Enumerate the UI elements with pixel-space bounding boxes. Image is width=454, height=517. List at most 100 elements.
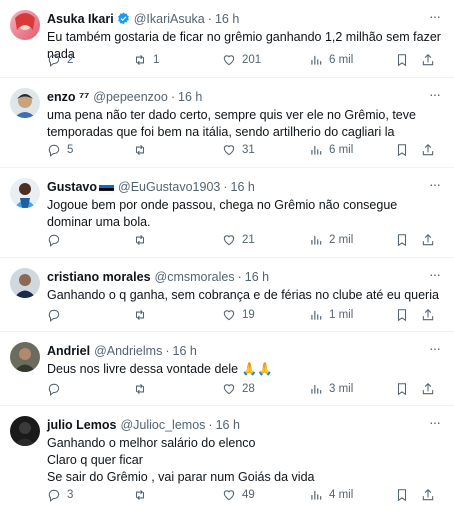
timestamp[interactable]: 16 h [173, 344, 197, 358]
retweet-button[interactable] [133, 488, 153, 502]
share-button[interactable] [421, 233, 441, 247]
timestamp[interactable]: 16 h [215, 12, 239, 26]
views-button[interactable]: 3 mil [309, 382, 353, 396]
separator-dot: · [208, 417, 213, 432]
tweet[interactable]: julio Lemos @Julioc_lemos · 16 h ··· Gan… [0, 406, 454, 517]
retweet-button[interactable]: 1 [133, 53, 159, 67]
like-count: 31 [242, 144, 255, 156]
bookmark-button[interactable] [395, 143, 415, 157]
bookmark-button[interactable] [395, 308, 415, 322]
retweet-button[interactable] [133, 143, 153, 157]
retweet-icon [135, 383, 145, 395]
avatar[interactable] [10, 342, 40, 372]
share-button[interactable] [421, 382, 441, 396]
tweet[interactable]: Asuka Ikari @IkariAsuka · 16 h ··· Eu ta… [0, 0, 454, 78]
like-button[interactable]: 21 [222, 233, 255, 247]
author-handle[interactable]: @Julioc_lemos [120, 418, 205, 432]
more-options-icon[interactable]: ··· [429, 176, 441, 192]
reply-icon [48, 144, 60, 157]
like-count: 21 [242, 234, 255, 246]
avatar[interactable] [10, 88, 40, 118]
share-button[interactable] [421, 308, 441, 322]
reply-count: 3 [67, 489, 74, 501]
retweet-icon [135, 54, 145, 66]
timestamp[interactable]: 16 h [231, 180, 255, 194]
author-name[interactable]: Asuka Ikari [47, 12, 114, 26]
views-button[interactable]: 6 mil [309, 143, 353, 157]
reply-button[interactable]: 5 [47, 143, 73, 157]
bookmark-button[interactable] [395, 233, 415, 247]
more-options-icon[interactable]: ··· [429, 340, 441, 356]
bookmark-button[interactable] [395, 382, 415, 396]
reply-button[interactable]: 3 [47, 488, 73, 502]
tweet[interactable]: Andriel @Andrielms · 16 h ··· Deus nos l… [0, 332, 454, 406]
reply-button[interactable] [47, 233, 67, 247]
more-options-icon[interactable]: ··· [429, 266, 441, 282]
more-options-icon[interactable]: ··· [429, 414, 441, 430]
share-icon [422, 54, 434, 66]
like-button[interactable]: 31 [222, 143, 255, 157]
views-chart-icon [311, 490, 322, 500]
avatar[interactable] [10, 268, 40, 298]
separator-dot: · [170, 89, 175, 104]
tweet[interactable]: enzo ⁷⁷ @pepeenzoo · 16 h ··· uma pena n… [0, 78, 454, 168]
like-button[interactable]: 28 [222, 382, 255, 396]
author-name[interactable]: julio Lemos [47, 418, 116, 432]
share-icon [422, 234, 434, 246]
reply-icon [48, 54, 60, 67]
views-count: 1 mil [329, 309, 354, 321]
views-button[interactable]: 2 mil [309, 233, 353, 247]
more-options-icon[interactable]: ··· [429, 8, 441, 24]
tweet[interactable]: cristiano morales @cmsmorales · 16 h ···… [0, 258, 454, 332]
retweet-button[interactable] [133, 308, 153, 322]
share-icon [422, 144, 434, 156]
author-handle[interactable]: @pepeenzoo [93, 90, 168, 104]
author-handle[interactable]: @Andrielms [94, 344, 162, 358]
timestamp[interactable]: 16 h [216, 418, 240, 432]
reply-icon [48, 383, 60, 396]
retweet-icon [135, 489, 145, 501]
retweet-button[interactable] [133, 233, 153, 247]
bookmark-icon [397, 489, 407, 502]
views-count: 6 mil [329, 144, 354, 156]
separator-dot: · [207, 11, 212, 26]
author-handle[interactable]: @cmsmorales [155, 270, 235, 284]
bookmark-icon [397, 54, 407, 67]
views-button[interactable]: 1 mil [309, 308, 353, 322]
reply-icon [48, 309, 60, 322]
author-name[interactable]: cristiano morales [47, 270, 151, 284]
share-button[interactable] [421, 488, 441, 502]
author-name[interactable]: Andriel [47, 344, 90, 358]
author-handle[interactable]: @EuGustavo1903 [118, 180, 220, 194]
share-button[interactable] [421, 143, 441, 157]
author-name[interactable]: Gustavo [47, 180, 97, 194]
author-name[interactable]: enzo ⁷⁷ [47, 90, 89, 104]
reply-button[interactable]: 2 [47, 53, 73, 67]
reply-count: 5 [67, 144, 74, 156]
heart-icon [223, 55, 235, 66]
reply-button[interactable] [47, 382, 67, 396]
share-button[interactable] [421, 53, 441, 67]
separator-dot: · [223, 179, 228, 194]
retweet-button[interactable] [133, 382, 153, 396]
like-count: 28 [242, 383, 255, 395]
bookmark-button[interactable] [395, 488, 415, 502]
like-count: 19 [242, 309, 255, 321]
views-button[interactable]: 4 mil [309, 488, 353, 502]
bookmark-button[interactable] [395, 53, 415, 67]
views-button[interactable]: 6 mil [309, 53, 353, 67]
author-handle[interactable]: @IkariAsuka [134, 12, 205, 26]
avatar[interactable] [10, 178, 40, 208]
more-options-icon[interactable]: ··· [429, 86, 441, 102]
avatar[interactable] [10, 416, 40, 446]
share-icon [422, 489, 434, 501]
timestamp[interactable]: 16 h [178, 90, 202, 104]
reply-button[interactable] [47, 308, 67, 322]
avatar[interactable] [10, 10, 40, 40]
like-button[interactable]: 201 [222, 53, 261, 67]
timestamp[interactable]: 16 h [245, 270, 269, 284]
tweet-text: Deus nos livre dessa vontade dele 🙏🙏 [47, 362, 273, 376]
like-button[interactable]: 19 [222, 308, 255, 322]
like-button[interactable]: 49 [222, 488, 255, 502]
tweet[interactable]: Gustavo @EuGustavo1903 · 16 h ··· Jogoue… [0, 168, 454, 258]
